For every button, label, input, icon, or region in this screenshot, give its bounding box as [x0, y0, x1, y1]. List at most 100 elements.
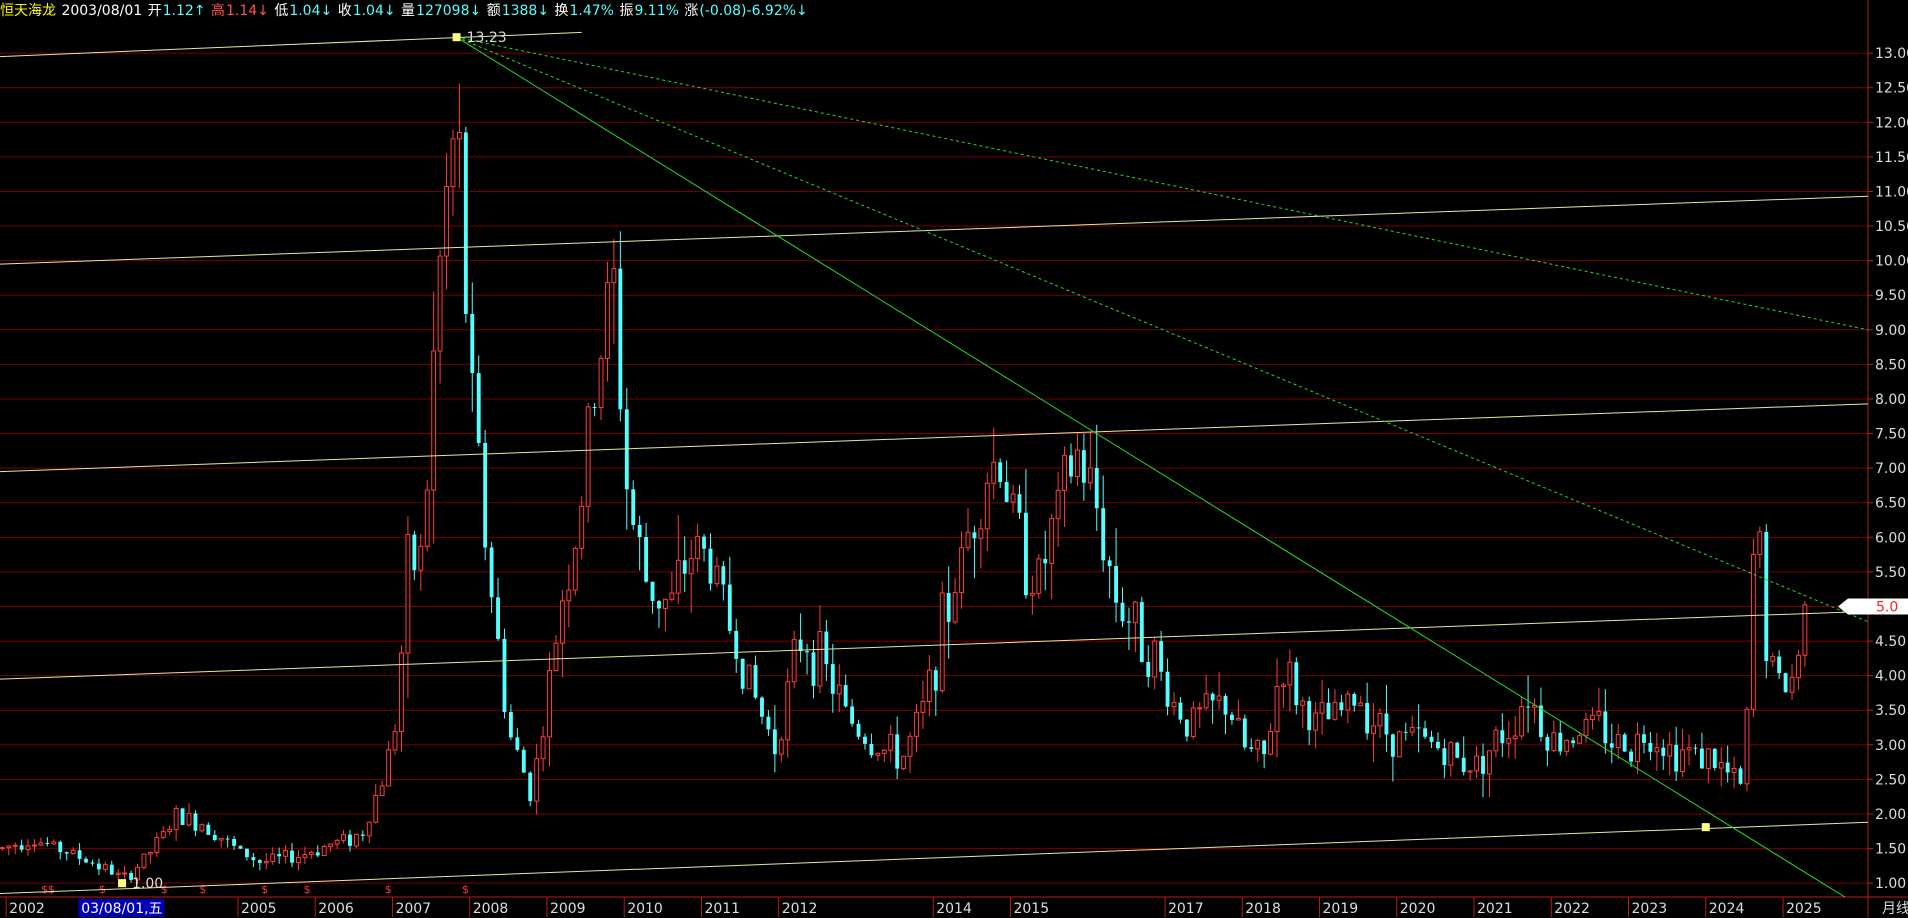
candle-body [1783, 673, 1788, 693]
candle-body [1242, 718, 1247, 748]
candle-body [277, 854, 282, 857]
candle-body [1744, 708, 1750, 785]
candle-body [366, 821, 372, 837]
candle-body [1287, 661, 1293, 686]
x-tick-label: 2012 [782, 901, 818, 917]
candle-body [84, 858, 88, 863]
candle-body [881, 749, 887, 754]
x-tick-label: 2017 [1168, 901, 1204, 917]
candle-body [437, 255, 443, 352]
candle-body [1590, 714, 1595, 720]
candle-body [1159, 641, 1164, 672]
period-label: 月线 [1882, 901, 1908, 917]
yellow-trendline [0, 403, 1869, 473]
candle-body [579, 505, 585, 549]
candle-body [141, 853, 147, 868]
y-tick-label: 12.50 [1875, 81, 1908, 97]
x-tick-label: 2006 [318, 901, 354, 917]
candle-body [1686, 747, 1692, 751]
y-tick-label: 11.50 [1875, 150, 1908, 166]
candle-body [1235, 717, 1241, 721]
x-tick-label: 2007 [395, 901, 431, 917]
price-annotation: 13.23 [467, 30, 507, 46]
candle-body [817, 631, 823, 687]
candle-body [1075, 449, 1080, 477]
y-tick-label: 10.50 [1875, 219, 1908, 235]
candle-body [1024, 512, 1028, 596]
candle-body [998, 462, 1003, 482]
candle-body [1609, 743, 1614, 748]
y-tick-label: 4.00 [1875, 669, 1906, 685]
candle-body [631, 489, 636, 526]
candle-body [1171, 702, 1177, 708]
candle-body [592, 406, 597, 408]
candle-body [25, 845, 31, 851]
candle-body [521, 749, 526, 773]
candle-body [1268, 730, 1274, 755]
candle-body [444, 185, 449, 257]
candle-body [534, 758, 540, 802]
candle-body [559, 600, 565, 644]
x-tick-label: 2024 [1709, 901, 1745, 917]
candle-body [746, 664, 752, 690]
candle-body [688, 558, 694, 575]
candle-body [1693, 747, 1698, 749]
candle-body [714, 565, 720, 585]
candle-body [154, 836, 160, 854]
candle-body [1081, 450, 1086, 483]
y-tick-label: 9.50 [1875, 288, 1906, 304]
candle-body [502, 638, 507, 713]
y-tick-label: 12.00 [1875, 115, 1908, 131]
candle-body [939, 592, 945, 692]
candle-body [122, 872, 128, 875]
candle-body [328, 843, 334, 847]
candle-body [850, 706, 855, 724]
candle-body [1642, 734, 1646, 743]
candle-body [669, 592, 675, 600]
y-tick-label: 11.00 [1875, 184, 1908, 200]
y-tick-label: 3.50 [1875, 703, 1906, 719]
candle-body [598, 357, 604, 408]
candle-body [811, 652, 816, 686]
candle-body [1313, 712, 1319, 731]
candle-body [805, 651, 809, 653]
y-tick-label: 6.00 [1875, 530, 1906, 546]
candle-body [1487, 750, 1492, 775]
candle-body [895, 734, 900, 769]
candle-body [1577, 735, 1583, 744]
split-mark: $$ [41, 883, 55, 896]
candle-body [1571, 740, 1576, 744]
candle-body [418, 545, 424, 571]
candle-body [1307, 701, 1312, 731]
candle-body [1262, 740, 1267, 755]
candle-body [1558, 732, 1563, 752]
candle-body [1725, 762, 1730, 773]
y-tick-label: 1.00 [1875, 876, 1906, 892]
candle-body [843, 685, 848, 707]
candle-body [1429, 736, 1434, 742]
candle-body [199, 824, 205, 832]
yellow-trendline [0, 195, 1869, 265]
candle-body [1680, 749, 1686, 772]
candle-body [386, 749, 392, 787]
candle-body [926, 669, 932, 703]
candle-body [245, 848, 249, 858]
candle-body [572, 547, 578, 591]
candle-body [824, 631, 829, 665]
candle-body [225, 838, 230, 840]
x-tick-label: 2015 [1013, 901, 1049, 917]
x-tick-label: 2020 [1400, 901, 1436, 917]
candle-body [1738, 768, 1743, 784]
candle-body [772, 729, 777, 755]
candle-body [515, 737, 520, 750]
x-tick-label: 2014 [936, 901, 972, 917]
x-tick-label: 2010 [627, 901, 663, 917]
candle-body [251, 857, 256, 861]
candle-body [470, 313, 475, 374]
candle-body [51, 841, 57, 845]
candle-body [308, 851, 314, 856]
anchor-marker [452, 33, 461, 42]
candle-body [1190, 707, 1196, 738]
candle-body [32, 844, 37, 847]
candlestick-chart[interactable]: 1.001.502.002.503.003.504.004.505.005.50… [0, 0, 1908, 918]
